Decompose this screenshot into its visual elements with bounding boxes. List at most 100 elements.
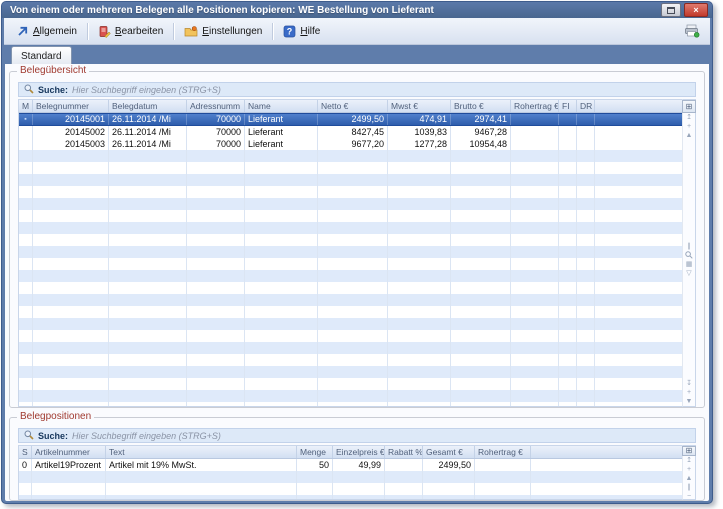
triangle-down-icon[interactable]: ▼ xyxy=(683,397,695,406)
column-header-menge[interactable]: Menge xyxy=(297,446,333,458)
dialog-window: Von einem oder mehreren Belegen alle Pos… xyxy=(1,1,713,504)
grid-side-toolbar: ⊞↥+▲∥▦▽↧+▼ xyxy=(682,99,696,407)
table-row[interactable]: 2014500226.11.2014 /Mi70000Lieferant8427… xyxy=(19,126,682,138)
close-button[interactable]: × xyxy=(684,3,708,17)
cell xyxy=(511,114,559,125)
table-row[interactable]: 0Artikel19ProzentArtikel mit 19% MwSt.50… xyxy=(19,459,682,471)
toolbar-separator xyxy=(173,23,174,40)
cell: 20145002 xyxy=(33,126,109,138)
cell xyxy=(577,138,595,150)
column-header-belegnummer[interactable]: Belegnummer xyxy=(33,100,109,112)
column-header-fi[interactable]: FI xyxy=(559,100,577,112)
settings-folder-icon xyxy=(184,25,198,38)
cell xyxy=(511,138,559,150)
toolbar-button-allgemein[interactable]: Allgemein xyxy=(9,22,84,41)
cell: 20145001 xyxy=(33,114,109,125)
cell: 474,91 xyxy=(388,114,451,125)
minus-icon[interactable]: − xyxy=(683,492,695,501)
cell: 70000 xyxy=(187,114,245,125)
cell: 70000 xyxy=(187,138,245,150)
column-header-gesamt-[interactable]: Gesamt € xyxy=(423,446,475,458)
column-header-artikelnummer[interactable]: Artikelnummer xyxy=(32,446,106,458)
column-width-icon[interactable]: ∥ xyxy=(683,242,695,251)
grid-side-toolbar: ⊞↥+▲∥− xyxy=(682,445,696,500)
plus-icon[interactable]: + xyxy=(683,465,695,474)
cell xyxy=(559,114,577,125)
toolbar-button-einstellungen[interactable]: Einstellungen xyxy=(177,22,269,41)
tab-band: Standard xyxy=(2,45,712,64)
column-header-dr[interactable]: DR xyxy=(577,100,595,112)
cell: 8427,45 xyxy=(318,126,388,138)
group-belegpositionen: Belegpositionen Suche: SArtikelnummerTex… xyxy=(9,417,705,501)
column-header-m[interactable]: M xyxy=(19,100,33,112)
toolbar-separator xyxy=(272,23,273,40)
magnifier-icon[interactable] xyxy=(683,251,695,260)
toolbar-button-label: Hilfe xyxy=(300,26,320,37)
triangle-up-icon[interactable]: ▲ xyxy=(683,474,695,483)
scroll-top-icon[interactable]: ↥ xyxy=(683,456,695,465)
filter-icon[interactable]: ▽ xyxy=(683,269,695,278)
cell: 26.11.2014 /Mi xyxy=(109,114,187,125)
column-header-mwst-[interactable]: Mwst € xyxy=(388,100,451,112)
cell: 20145003 xyxy=(33,138,109,150)
cell xyxy=(559,126,577,138)
help-icon: ? xyxy=(283,25,296,38)
cell: 9677,20 xyxy=(318,138,388,150)
restore-button[interactable] xyxy=(661,3,681,17)
plus-icon[interactable]: + xyxy=(683,122,695,131)
print-button[interactable] xyxy=(684,24,705,38)
column-header-rohertrag-[interactable]: Rohertrag € xyxy=(475,446,531,458)
restore-icon xyxy=(667,7,675,14)
column-header-belegdatum[interactable]: Belegdatum xyxy=(109,100,187,112)
search-input-positions[interactable] xyxy=(72,430,690,441)
cell: 2499,50 xyxy=(318,114,388,125)
cell: 2499,50 xyxy=(423,459,475,471)
content-area: Belegübersicht Suche: MBelegnummerBelegd… xyxy=(5,64,709,501)
toolbar-button-hilfe[interactable]: ? Hilfe xyxy=(276,22,327,41)
column-header-netto-[interactable]: Netto € xyxy=(318,100,388,112)
column-header-text[interactable]: Text xyxy=(106,446,297,458)
cell xyxy=(595,114,682,125)
cell: 50 xyxy=(297,459,333,471)
column-header-s[interactable]: S xyxy=(19,446,32,458)
cell: 10954,48 xyxy=(451,138,511,150)
column-header-einzelpreis-[interactable]: Einzelpreis € xyxy=(333,446,385,458)
cell xyxy=(531,459,682,471)
column-header-rabatt-[interactable]: Rabatt % xyxy=(385,446,423,458)
group-label: Belegpositionen xyxy=(17,411,94,422)
cell: Lieferant xyxy=(245,114,318,125)
toolbar-buttons: Allgemein Bearbeiten Einstellungen? Hilfe xyxy=(9,22,327,41)
grid-icon[interactable]: ▦ xyxy=(683,260,695,269)
grid-belegpositionen: SArtikelnummerTextMengeEinzelpreis €Raba… xyxy=(18,445,696,500)
edit-document-icon xyxy=(98,25,111,38)
column-width-icon[interactable]: ∥ xyxy=(683,483,695,492)
column-header-adressnumm[interactable]: Adressnumm xyxy=(187,100,245,112)
grid-empty-area xyxy=(19,471,682,499)
triangle-up-icon[interactable]: ▲ xyxy=(683,131,695,140)
scroll-bottom-icon[interactable]: ↧ xyxy=(683,379,695,388)
toolbar-button-label: Allgemein xyxy=(33,26,77,37)
table-row[interactable]: 2014500326.11.2014 /Mi70000Lieferant9677… xyxy=(19,138,682,150)
search-bar-positions: Suche: xyxy=(18,428,696,443)
tab-standard[interactable]: Standard xyxy=(11,46,72,64)
screen: Von einem oder mehreren Belegen alle Pos… xyxy=(0,0,723,509)
column-header-name[interactable]: Name xyxy=(245,100,318,112)
columns-icon[interactable]: ⊞ xyxy=(682,446,696,456)
scroll-top-icon[interactable]: ↥ xyxy=(683,113,695,122)
cell: Artikel19Prozent xyxy=(32,459,106,471)
cell xyxy=(19,138,33,150)
search-input-overview[interactable] xyxy=(72,84,690,95)
toolbar-button-bearbeiten[interactable]: Bearbeiten xyxy=(91,22,170,41)
columns-icon[interactable]: ⊞ xyxy=(682,100,696,113)
table-row[interactable]: ▪2014500126.11.2014 /Mi70000Lieferant249… xyxy=(19,113,682,126)
grid-beleguebersicht: MBelegnummerBelegdatumAdressnummNameNett… xyxy=(18,99,696,407)
toolbar-button-label: Bearbeiten xyxy=(115,26,163,37)
arrow-up-right-icon xyxy=(16,25,29,38)
cell xyxy=(385,459,423,471)
column-header-rohertrag-[interactable]: Rohertrag € xyxy=(511,100,559,112)
plus-icon[interactable]: + xyxy=(683,388,695,397)
cell: 26.11.2014 /Mi xyxy=(109,138,187,150)
cell: Lieferant xyxy=(245,126,318,138)
column-header-brutto-[interactable]: Brutto € xyxy=(451,100,511,112)
search-label: Suche: xyxy=(38,431,68,441)
